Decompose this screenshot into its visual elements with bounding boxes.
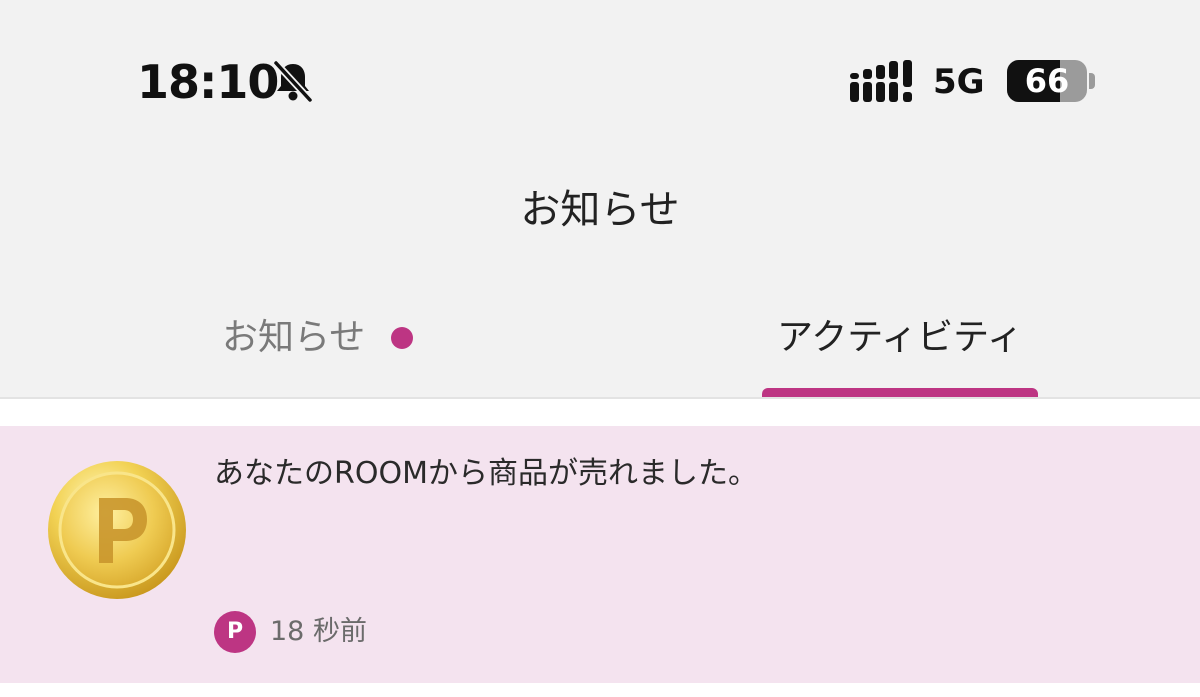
cellular-signal-icon xyxy=(850,60,912,102)
unread-indicator-dot xyxy=(391,327,414,349)
header-area: 18:10 5G 66 お知らせ お知らせ アクティビティ xyxy=(0,0,1200,398)
status-bar: 18:10 5G 66 xyxy=(0,0,1200,130)
battery-cap xyxy=(1089,73,1095,89)
page-title: お知らせ xyxy=(520,187,680,233)
status-time: 18:10 xyxy=(137,55,279,109)
gold-point-coin-icon xyxy=(48,461,186,599)
activity-timestamp: 18 秒前 xyxy=(270,616,367,647)
battery-icon: 66 xyxy=(1007,60,1087,102)
tab-activity-label: アクティビティ xyxy=(777,317,1023,358)
battery-level: 66 xyxy=(1024,62,1070,100)
tab-notices-label: お知らせ xyxy=(222,317,366,358)
tab-notices[interactable]: お知らせ xyxy=(222,308,414,368)
tab-activity[interactable]: アクティビティ xyxy=(762,308,1038,398)
activity-message: あなたのROOMから商品が売れました。 xyxy=(214,456,758,491)
bell-slash-icon xyxy=(272,59,314,104)
room-point-icon: P xyxy=(214,611,256,653)
list-bottom-edge xyxy=(0,683,1200,697)
activity-meta: P 18 秒前 xyxy=(214,611,367,653)
network-type: 5G xyxy=(933,62,985,102)
tab-divider xyxy=(0,397,1200,399)
